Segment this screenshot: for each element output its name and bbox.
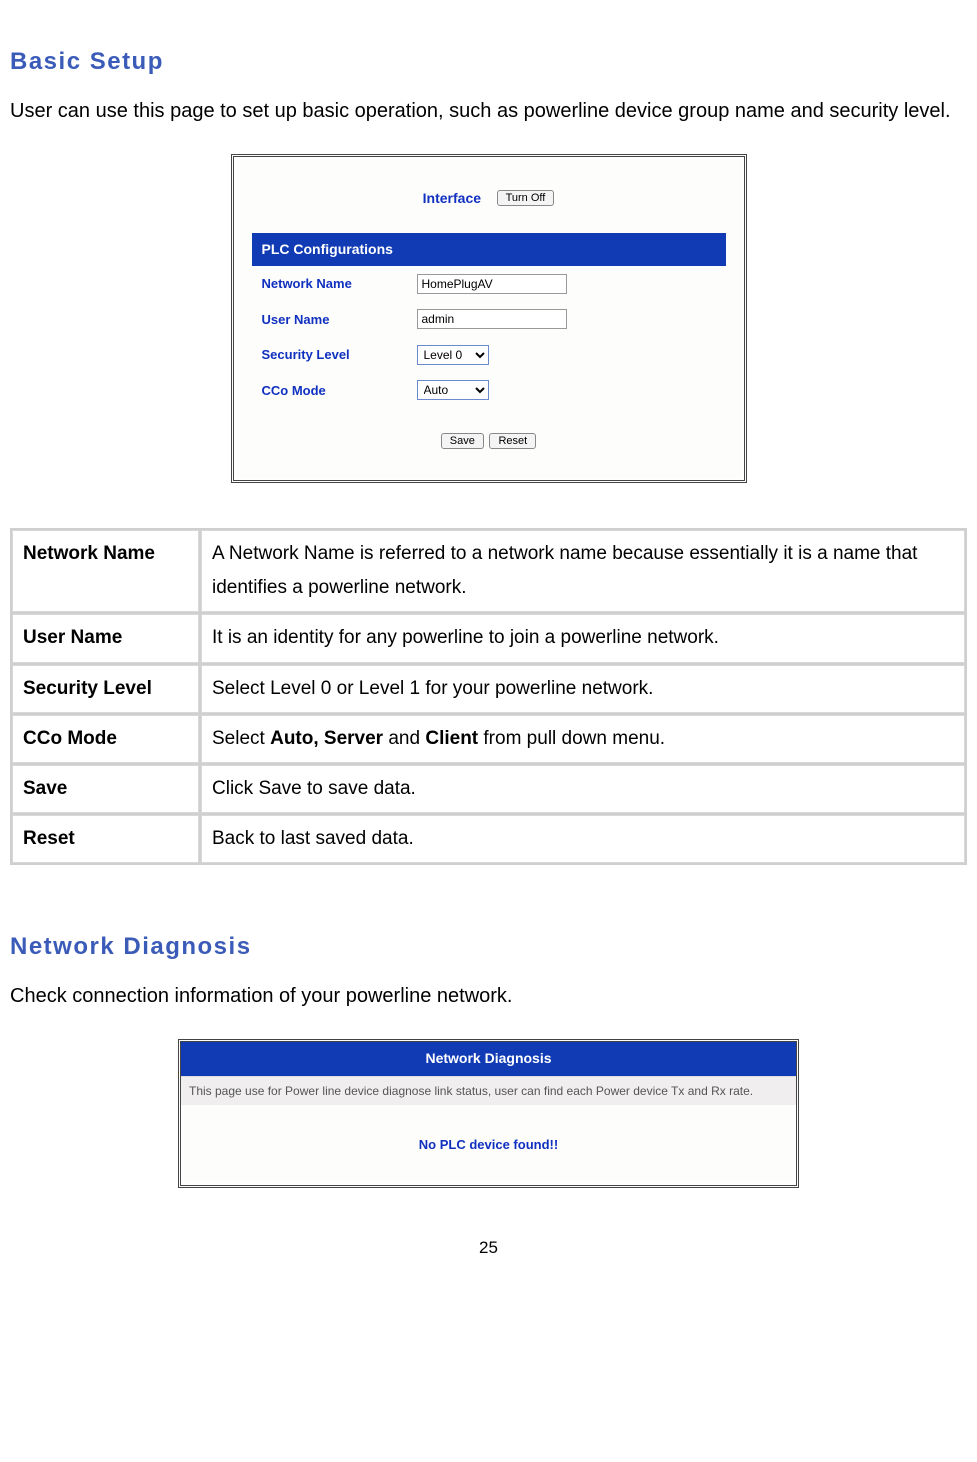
select-security-level[interactable]: Level 0 <box>417 345 489 365</box>
table-row: Save Click Save to save data. <box>12 765 965 813</box>
network-diagnosis-screenshot: Network Diagnosis This page use for Powe… <box>178 1039 799 1187</box>
desc-key: Save <box>12 765 199 813</box>
reset-button[interactable]: Reset <box>489 433 536 449</box>
label-user-name: User Name <box>262 308 417 331</box>
row-network-name: Network Name <box>252 266 726 301</box>
diag-panel: Network Diagnosis This page use for Powe… <box>181 1042 796 1184</box>
desc-val: It is an identity for any powerline to j… <box>201 614 965 662</box>
table-row: User Name It is an identity for any powe… <box>12 614 965 662</box>
desc-key: CCo Mode <box>12 715 199 763</box>
button-row: Save Reset <box>252 408 726 462</box>
desc-key: Security Level <box>12 665 199 713</box>
desc-key: Network Name <box>12 530 199 612</box>
text-bold: Auto, Server <box>270 728 383 749</box>
select-cco-mode[interactable]: Auto <box>417 380 489 400</box>
text: and <box>383 728 425 749</box>
intro-basic-setup: User can use this page to set up basic o… <box>10 93 967 129</box>
save-button[interactable]: Save <box>441 433 484 449</box>
desc-val: A Network Name is referred to a network … <box>201 530 965 612</box>
interface-label: Interface <box>423 190 481 206</box>
diag-empty-message: No PLC device found!! <box>181 1105 796 1184</box>
label-network-name: Network Name <box>262 272 417 295</box>
text-bold: Client <box>425 728 478 749</box>
page-number: 25 <box>10 1233 967 1264</box>
text: Select <box>212 728 270 749</box>
plc-config-heading: PLC Configurations <box>252 233 726 266</box>
label-security-level: Security Level <box>262 343 417 366</box>
desc-key: Reset <box>12 815 199 863</box>
input-user-name[interactable] <box>417 309 567 329</box>
description-table: Network Name A Network Name is referred … <box>10 528 967 865</box>
turn-off-button[interactable]: Turn Off <box>497 190 555 206</box>
basic-setup-screenshot: Interface Turn Off PLC Configurations Ne… <box>231 154 747 483</box>
diag-description: This page use for Power line device diag… <box>181 1076 796 1106</box>
intro-network-diagnosis: Check connection information of your pow… <box>10 978 967 1014</box>
input-network-name[interactable] <box>417 274 567 294</box>
desc-val: Click Save to save data. <box>201 765 965 813</box>
section-title-network-diagnosis: Network Diagnosis <box>10 925 967 968</box>
label-cco-mode: CCo Mode <box>262 379 417 402</box>
table-row: Network Name A Network Name is referred … <box>12 530 965 612</box>
interface-row: Interface Turn Off <box>252 169 726 233</box>
table-row: CCo Mode Select Auto, Server and Client … <box>12 715 965 763</box>
row-security-level: Security Level Level 0 <box>252 337 726 372</box>
desc-val: Select Level 0 or Level 1 for your power… <box>201 665 965 713</box>
table-row: Security Level Select Level 0 or Level 1… <box>12 665 965 713</box>
text: from pull down menu. <box>478 728 665 749</box>
table-row: Reset Back to last saved data. <box>12 815 965 863</box>
row-cco-mode: CCo Mode Auto <box>252 373 726 408</box>
diag-heading: Network Diagnosis <box>181 1042 796 1075</box>
section-title-basic-setup: Basic Setup <box>10 40 967 83</box>
desc-key: User Name <box>12 614 199 662</box>
row-user-name: User Name <box>252 302 726 337</box>
desc-val: Back to last saved data. <box>201 815 965 863</box>
desc-val: Select Auto, Server and Client from pull… <box>201 715 965 763</box>
